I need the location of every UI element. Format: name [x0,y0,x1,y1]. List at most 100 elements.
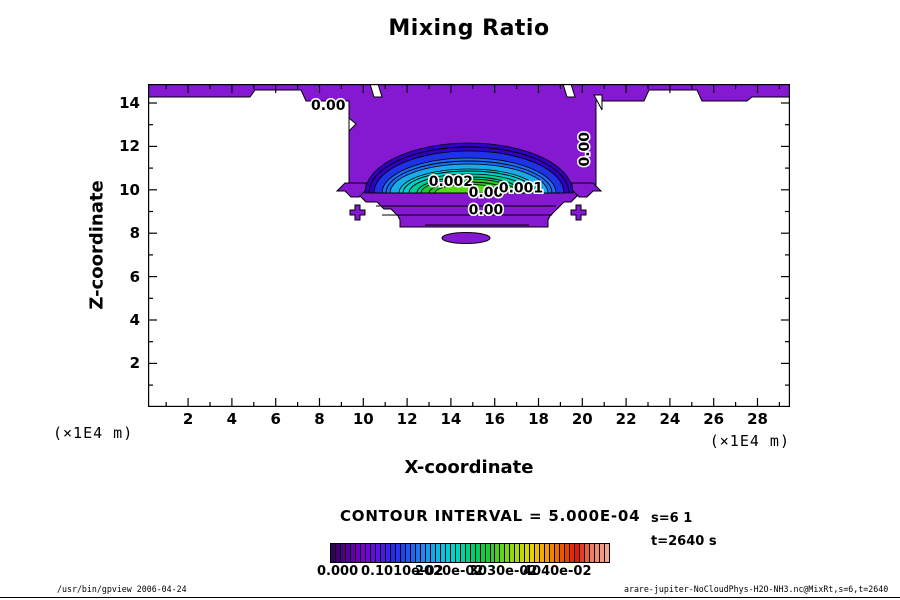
colorbar-segment [530,544,534,562]
colorbar-segment [381,544,385,562]
x-tick-label: 24 [659,410,680,428]
colorbar-segment [331,544,335,562]
colorbar-segment [336,544,340,562]
colorbar [330,543,610,563]
colorbar-segment [585,544,589,562]
z-axis-title: Z-coordinate [87,180,108,309]
colorbar-segment [495,544,499,562]
colorbar-segment [520,544,524,562]
colorbar-segment [391,544,395,562]
bottom-rule [0,597,900,598]
colorbar-segment [505,544,509,562]
x-tick-label: 14 [440,410,461,428]
x-tick-label: 16 [484,410,505,428]
z-tick-label: 8 [100,224,140,242]
contour-interval-label: CONTOUR INTERVAL = 5.000E-04 [340,507,640,525]
contour-label: 0.00 [469,202,504,218]
colorbar-segment [560,544,564,562]
colorbar-segment [481,544,485,562]
z-axis-unit-label: (×1E4 m) [53,424,133,442]
colorbar-segment [356,544,360,562]
run-info-time: t=2640 s [651,534,717,549]
colorbar-segment [346,544,350,562]
colorbar-segment [491,544,495,562]
x-tick-label: 6 [270,410,280,428]
x-axis-unit-label: (×1E4 m) [710,432,790,450]
x-tick-label: 28 [747,410,768,428]
colorbar-segment [500,544,504,562]
colorbar-segment [441,544,445,562]
z-tick-label: 4 [100,311,140,329]
z-tick-label: 14 [100,94,140,112]
colorbar-segment [555,544,559,562]
colorbar-segment [446,544,450,562]
colorbar-segment [436,544,440,562]
colorbar-segment [456,544,460,562]
colorbar-segment [595,544,599,562]
colorbar-segment [396,544,400,562]
colorbar-segment [376,544,380,562]
colorbar-segment [476,544,480,562]
contour-fill-fragment-right [571,205,586,220]
colorbar-segment [371,544,375,562]
z-tick-label: 12 [100,137,140,155]
colorbar-segment [486,544,490,562]
colorbar-segment [590,544,594,562]
colorbar-label: 4040e-02 [523,564,592,579]
colorbar-segment [545,544,549,562]
x-tick-label: 26 [703,410,724,428]
colorbar-segment [461,544,465,562]
x-axis-title: X-coordinate [148,457,790,478]
colorbar-segment [575,544,579,562]
contour-plot: 0.000.000.0020.000.0010.00 [148,84,790,407]
run-info-step: s=6 1 [651,511,692,526]
colorbar-segment [600,544,604,562]
colorbar-segment [580,544,584,562]
z-tick-label: 6 [100,268,140,286]
footer-datasource: arare-jupiter-NoCloudPhys-H2O-NH3.nc@Mix… [624,585,888,595]
x-tick-label: 22 [616,410,637,428]
contour-label: 0.001 [499,181,543,197]
colorbar-segment [431,544,435,562]
contour-label: 0.002 [429,174,473,190]
x-tick-label: 4 [227,410,237,428]
colorbar-segment [510,544,514,562]
contour-fill-detached-patch [442,233,490,244]
colorbar-segment [550,544,554,562]
colorbar-segment [535,544,539,562]
colorbar-segment [515,544,519,562]
colorbar-segment [366,544,370,562]
footer-command: /usr/bin/gpview 2006-04-24 [57,585,187,595]
colorbar-segment [416,544,420,562]
colorbar-segment [386,544,390,562]
colorbar-segment [466,544,470,562]
colorbar-segment [401,544,405,562]
colorbar-segment [471,544,475,562]
page-title: Mixing Ratio [148,16,790,41]
gpview-window: Mixing Ratio Z-coordinate (×1E4 m) (×1E4… [0,0,900,600]
colorbar-segment [341,544,345,562]
x-tick-label: 20 [572,410,593,428]
contour-fill-fragment-left [350,205,365,220]
colorbar-segment [361,544,365,562]
x-tick-label: 2 [183,410,193,428]
z-tick-label: 10 [100,181,140,199]
colorbar-segment [540,544,544,562]
contour-fill-wing-right [572,183,601,197]
colorbar-segment [570,544,574,562]
colorbar-segment [406,544,410,562]
colorbar-segment [451,544,455,562]
x-tick-label: 18 [528,410,549,428]
colorbar-segment [421,544,425,562]
colorbar-segment [605,544,609,562]
x-tick-label: 8 [314,410,324,428]
colorbar-segment [426,544,430,562]
contour-label: 0.00 [577,132,593,167]
contour-label: 0.00 [311,98,346,114]
colorbar-segment [411,544,415,562]
x-tick-label: 10 [353,410,374,428]
x-tick-label: 12 [397,410,418,428]
contour-fill-wing-left [337,183,366,197]
colorbar-label: 0.000 [317,564,358,579]
z-tick-label: 2 [100,354,140,372]
